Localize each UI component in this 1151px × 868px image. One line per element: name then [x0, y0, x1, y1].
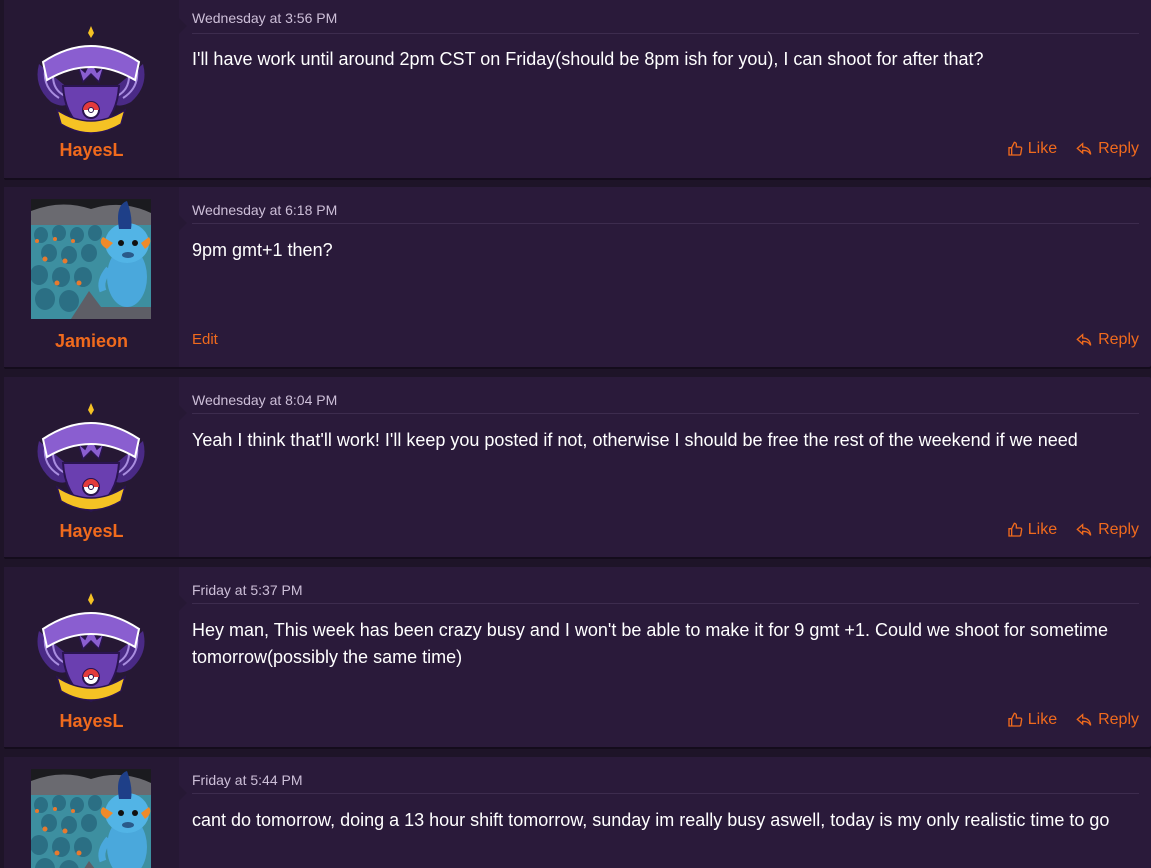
reply-button[interactable]: Reply [1075, 140, 1139, 158]
user-cell: HayesL [4, 0, 187, 178]
post-timestamp[interactable]: Wednesday at 3:56 PM [192, 10, 337, 26]
like-label: Like [1027, 711, 1058, 728]
post-timestamp[interactable]: Wednesday at 6:18 PM [192, 202, 337, 218]
post: Friday at 5:44 PM cant do tomorrow, doin… [4, 757, 1151, 868]
edit-link[interactable]: Edit [192, 331, 218, 348]
post-main: Wednesday at 3:56 PM I'll have work unti… [192, 0, 1139, 178]
reply-label: Reply [1098, 331, 1139, 348]
username[interactable]: HayesL [4, 521, 179, 542]
user-cell: HayesL [4, 377, 187, 557]
post-actions: Like Reply [1007, 521, 1139, 539]
post-actions: Like Reply [1007, 711, 1139, 729]
post-message: cant do tomorrow, doing a 13 hour shift … [192, 810, 1110, 830]
divider [192, 223, 1139, 224]
username[interactable]: HayesL [4, 140, 179, 161]
post: HayesL Wednesday at 8:04 PM Yeah I think… [4, 377, 1151, 557]
post: HayesL Wednesday at 3:56 PM I'll have wo… [4, 0, 1151, 178]
divider [192, 603, 1139, 604]
post-timestamp[interactable]: Friday at 5:44 PM [192, 772, 303, 788]
thumbs-up-icon [1008, 522, 1023, 537]
post-message: I'll have work until around 2pm CST on F… [192, 49, 984, 69]
thumbs-up-icon [1008, 141, 1023, 156]
divider [192, 793, 1139, 794]
user-avatar[interactable] [31, 24, 151, 144]
post-main: Wednesday at 8:04 PM Yeah I think that'l… [192, 377, 1139, 557]
user-cell: Jamieon [4, 187, 187, 367]
divider [192, 413, 1139, 414]
reply-icon [1076, 713, 1092, 726]
user-avatar[interactable] [31, 199, 151, 319]
thumbs-up-icon [1008, 712, 1023, 727]
post-main: Wednesday at 6:18 PM 9pm gmt+1 then? Edi… [192, 187, 1139, 367]
reply-button[interactable]: Reply [1075, 331, 1139, 349]
reply-icon [1076, 333, 1092, 346]
user-avatar[interactable] [31, 401, 151, 521]
user-avatar[interactable] [31, 769, 151, 868]
post-timestamp[interactable]: Friday at 5:37 PM [192, 582, 303, 598]
post-main: Friday at 5:44 PM cant do tomorrow, doin… [192, 757, 1139, 868]
reply-icon [1076, 523, 1092, 536]
username[interactable]: Jamieon [4, 331, 179, 352]
reply-label: Reply [1098, 521, 1139, 538]
reply-label: Reply [1098, 140, 1139, 157]
post: HayesL Friday at 5:37 PM Hey man, This w… [4, 567, 1151, 747]
like-button[interactable]: Like [1007, 711, 1057, 729]
reply-button[interactable]: Reply [1075, 711, 1139, 729]
reply-button[interactable]: Reply [1075, 521, 1139, 539]
reply-label: Reply [1098, 711, 1139, 728]
post-timestamp[interactable]: Wednesday at 8:04 PM [192, 392, 337, 408]
post-actions: Like Reply [1007, 140, 1139, 158]
like-label: Like [1027, 140, 1058, 157]
post-actions: Reply [1075, 331, 1139, 349]
thread: HayesL Wednesday at 3:56 PM I'll have wo… [0, 0, 1151, 868]
post-message: Yeah I think that'll work! I'll keep you… [192, 430, 1078, 450]
like-label: Like [1027, 521, 1058, 538]
reply-icon [1076, 142, 1092, 155]
divider [192, 33, 1139, 34]
post-message: 9pm gmt+1 then? [192, 240, 333, 260]
post: Jamieon Wednesday at 6:18 PM 9pm gmt+1 t… [4, 187, 1151, 367]
post-message: Hey man, This week has been crazy busy a… [192, 620, 1109, 667]
username[interactable]: HayesL [4, 711, 179, 732]
post-main: Friday at 5:37 PM Hey man, This week has… [192, 567, 1139, 747]
user-cell [4, 757, 187, 868]
user-cell: HayesL [4, 567, 187, 747]
user-avatar[interactable] [31, 591, 151, 711]
like-button[interactable]: Like [1007, 140, 1057, 158]
like-button[interactable]: Like [1007, 521, 1057, 539]
